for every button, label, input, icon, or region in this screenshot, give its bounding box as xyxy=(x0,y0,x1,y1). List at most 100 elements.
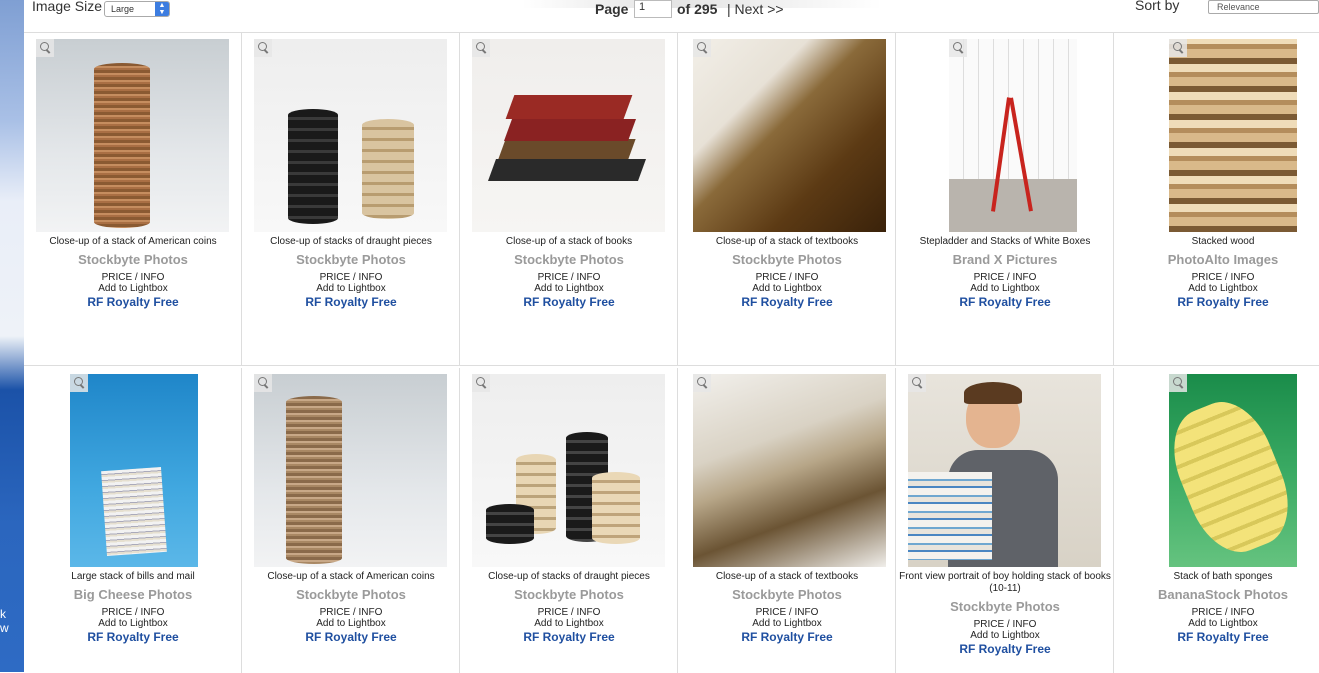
result-caption[interactable]: Close-up of a stack of textbooks xyxy=(678,236,896,248)
result-caption[interactable]: Close-up of a stack of textbooks xyxy=(678,571,896,583)
price-info-link[interactable]: PRICE / INFO xyxy=(460,607,678,618)
stepladder-image[interactable] xyxy=(949,39,1077,232)
zoom-icon[interactable] xyxy=(36,39,54,57)
price-info-link[interactable]: PRICE / INFO xyxy=(460,272,678,283)
license-link[interactable]: RF Royalty Free xyxy=(896,642,1114,656)
sponge-stack xyxy=(1169,389,1297,565)
result-caption[interactable]: Front view portrait of boy holding stack… xyxy=(896,571,1114,595)
draught-stacks-image[interactable] xyxy=(472,374,665,567)
result-caption[interactable]: Close-up of stacks of draught pieces xyxy=(460,571,678,583)
stacked-wood-image[interactable] xyxy=(1169,39,1297,232)
page-number-value: 1 xyxy=(639,1,646,13)
result-brand[interactable]: Brand X Pictures xyxy=(896,252,1114,267)
add-to-lightbox-link[interactable]: Add to Lightbox xyxy=(896,630,1114,641)
black-pieces-shape xyxy=(288,109,338,224)
add-to-lightbox-link[interactable]: Add to Lightbox xyxy=(1114,618,1319,629)
result-brand[interactable]: Stockbyte Photos xyxy=(242,587,460,602)
result-caption[interactable]: Stepladder and Stacks of White Boxes xyxy=(896,236,1114,248)
price-info-link[interactable]: PRICE / INFO xyxy=(896,272,1114,283)
add-to-lightbox-link[interactable]: Add to Lightbox xyxy=(242,283,460,294)
image-size-value: Large xyxy=(111,4,135,14)
bath-sponges-image[interactable] xyxy=(1169,374,1297,567)
result-brand[interactable]: Stockbyte Photos xyxy=(24,252,242,267)
result-card: Close-up of a stack of textbooks Stockby… xyxy=(678,368,896,673)
price-info-link[interactable]: PRICE / INFO xyxy=(24,272,242,283)
mail-stack xyxy=(101,467,167,556)
price-info-link[interactable]: PRICE / INFO xyxy=(896,619,1114,630)
select-arrows-icon: ▲ ▼ xyxy=(155,2,169,16)
result-caption[interactable]: Large stack of bills and mail xyxy=(24,571,242,583)
backdrop-fragment: w xyxy=(0,621,9,635)
price-info-link[interactable]: PRICE / INFO xyxy=(242,607,460,618)
zoom-icon[interactable] xyxy=(70,374,88,392)
result-brand[interactable]: PhotoAlto Images xyxy=(1114,252,1319,267)
result-brand[interactable]: BananaStock Photos xyxy=(1114,587,1319,602)
price-info-link[interactable]: PRICE / INFO xyxy=(24,607,242,618)
zoom-icon[interactable] xyxy=(472,374,490,392)
price-info-link[interactable]: PRICE / INFO xyxy=(242,272,460,283)
image-size-select[interactable]: Large ▲ ▼ xyxy=(104,1,170,17)
result-brand[interactable]: Stockbyte Photos xyxy=(896,599,1114,614)
price-info-link[interactable]: PRICE / INFO xyxy=(1114,607,1319,618)
license-link[interactable]: RF Royalty Free xyxy=(896,295,1114,309)
add-to-lightbox-link[interactable]: Add to Lightbox xyxy=(24,618,242,629)
bills-mail-image[interactable] xyxy=(70,374,198,567)
white-pieces-shape xyxy=(592,472,640,544)
license-link[interactable]: RF Royalty Free xyxy=(24,295,242,309)
license-link[interactable]: RF Royalty Free xyxy=(678,295,896,309)
add-to-lightbox-link[interactable]: Add to Lightbox xyxy=(460,618,678,629)
license-link[interactable]: RF Royalty Free xyxy=(1114,295,1319,309)
zoom-icon[interactable] xyxy=(1169,39,1187,57)
add-to-lightbox-link[interactable]: Add to Lightbox xyxy=(896,283,1114,294)
zoom-icon[interactable] xyxy=(908,374,926,392)
license-link[interactable]: RF Royalty Free xyxy=(242,630,460,644)
result-caption[interactable]: Close-up of a stack of American coins xyxy=(242,571,460,583)
add-to-lightbox-link[interactable]: Add to Lightbox xyxy=(678,618,896,629)
sort-select[interactable]: Relevance xyxy=(1208,0,1319,14)
add-to-lightbox-link[interactable]: Add to Lightbox xyxy=(24,283,242,294)
result-caption[interactable]: Stack of bath sponges xyxy=(1114,571,1319,583)
boy-books-image[interactable] xyxy=(908,374,1101,567)
zoom-icon[interactable] xyxy=(949,39,967,57)
result-card: Close-up of stacks of draught pieces Sto… xyxy=(460,368,678,673)
result-caption[interactable]: Close-up of stacks of draught pieces xyxy=(242,236,460,248)
result-brand[interactable]: Stockbyte Photos xyxy=(678,587,896,602)
result-brand[interactable]: Big Cheese Photos xyxy=(24,587,242,602)
price-info-link[interactable]: PRICE / INFO xyxy=(678,607,896,618)
page-number-input[interactable]: 1 xyxy=(634,0,672,18)
next-page-link[interactable]: | Next >> xyxy=(727,1,784,17)
result-card: Front view portrait of boy holding stack… xyxy=(896,368,1114,673)
textbooks-image[interactable] xyxy=(693,374,886,567)
zoom-icon[interactable] xyxy=(693,39,711,57)
add-to-lightbox-link[interactable]: Add to Lightbox xyxy=(678,283,896,294)
textbooks-image[interactable] xyxy=(693,39,886,232)
result-caption[interactable]: Stacked wood xyxy=(1114,236,1319,248)
result-brand[interactable]: Stockbyte Photos xyxy=(460,252,678,267)
coin-stack-image[interactable] xyxy=(36,39,229,232)
zoom-icon[interactable] xyxy=(254,39,272,57)
result-caption[interactable]: Close-up of a stack of books xyxy=(460,236,678,248)
result-brand[interactable]: Stockbyte Photos xyxy=(678,252,896,267)
price-info-link[interactable]: PRICE / INFO xyxy=(1114,272,1319,283)
result-caption[interactable]: Close-up of a stack of American coins xyxy=(24,236,242,248)
result-card: Close-up of stacks of draught pieces Sto… xyxy=(242,33,460,366)
result-brand[interactable]: Stockbyte Photos xyxy=(242,252,460,267)
zoom-icon[interactable] xyxy=(693,374,711,392)
draught-stacks-image[interactable] xyxy=(254,39,447,232)
license-link[interactable]: RF Royalty Free xyxy=(678,630,896,644)
book-stack-image[interactable] xyxy=(472,39,665,232)
license-link[interactable]: RF Royalty Free xyxy=(242,295,460,309)
zoom-icon[interactable] xyxy=(472,39,490,57)
license-link[interactable]: RF Royalty Free xyxy=(24,630,242,644)
zoom-icon[interactable] xyxy=(1169,374,1187,392)
coin-stack-image[interactable] xyxy=(254,374,447,567)
add-to-lightbox-link[interactable]: Add to Lightbox xyxy=(1114,283,1319,294)
result-brand[interactable]: Stockbyte Photos xyxy=(460,587,678,602)
price-info-link[interactable]: PRICE / INFO xyxy=(678,272,896,283)
license-link[interactable]: RF Royalty Free xyxy=(1114,630,1319,644)
add-to-lightbox-link[interactable]: Add to Lightbox xyxy=(460,283,678,294)
add-to-lightbox-link[interactable]: Add to Lightbox xyxy=(242,618,460,629)
license-link[interactable]: RF Royalty Free xyxy=(460,295,678,309)
zoom-icon[interactable] xyxy=(254,374,272,392)
license-link[interactable]: RF Royalty Free xyxy=(460,630,678,644)
